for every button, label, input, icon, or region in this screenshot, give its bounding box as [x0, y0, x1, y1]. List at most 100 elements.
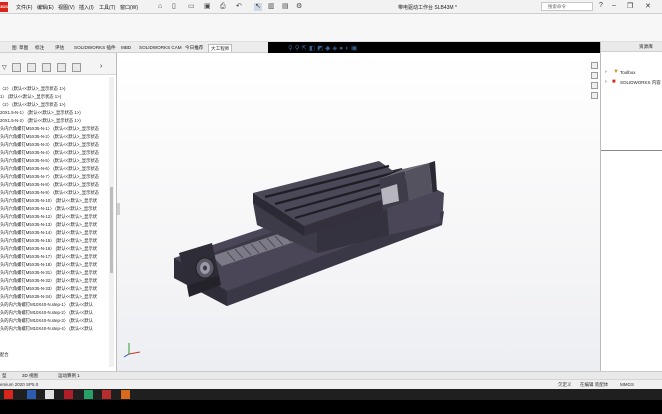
taskbar-app-icon[interactable] — [64, 390, 73, 399]
taskbar-app-icon[interactable] — [45, 390, 54, 399]
menu-edit[interactable]: 编辑(E) — [37, 4, 54, 11]
solidworks-content-item[interactable]: SOLIDWORKS 内容 — [620, 80, 661, 86]
solidworks-content-icon: ■ — [612, 79, 616, 85]
tree-item[interactable]: 头内六角螺钉M5X35-N-2〉 (默认<<默认>_显示状态 — [0, 133, 112, 141]
menu-file[interactable]: 文件(F) — [16, 4, 32, 11]
zoom-area-icon[interactable]: ⚲ — [295, 45, 302, 52]
tree-item[interactable]: 头内六角螺钉M5X35-N-6〉 (默认<<默认>_显示状态 — [0, 165, 112, 173]
tree-item[interactable]: 头内六角螺钉M5X35-N-32〉 (默认<<默认>_显示状 — [0, 277, 112, 285]
view-settings-icon[interactable]: ▣ — [351, 45, 359, 52]
tree-item[interactable]: 头内六角螺钉M5X35-N-8〉 (默认<<默认>_显示状态 — [0, 181, 112, 189]
tree-item[interactable]: 〈2〉 (默认<<默认>_显示状态 1>) — [0, 85, 112, 93]
open-folder-icon[interactable]: ▭ — [188, 3, 195, 11]
tree-item[interactable]: 头内六角螺钉M5X35-N-5〉 (默认<<默认>_显示状态 — [0, 157, 112, 165]
tree-item[interactable]: 头内六角螺钉M5X35-N-11〉 (默认<<默认>_显示状 — [0, 205, 112, 213]
print-icon[interactable]: ⎙ — [220, 3, 226, 11]
linear-stage-model[interactable] — [117, 53, 600, 371]
taskbar — [0, 389, 662, 400]
tree-item[interactable]: 头内六角螺钉M5X35-N-17〉 (默认<<默认>_显示状 — [0, 253, 112, 261]
tree-item[interactable]: 头内六角螺钉M5X35-N-31〉 (默认<<默认>_显示状 — [0, 269, 112, 277]
tab-markup[interactable]: 标注 — [33, 44, 46, 52]
tree-item[interactable]: 头内六角螺钉M5X35-N-18〉 (默认<<默认>_显示状 — [0, 261, 112, 269]
graphics-viewport[interactable] — [117, 53, 600, 371]
tree-item[interactable]: 头内六角螺钉M5X35-N-7〉 (默认<<默认>_显示状态 — [0, 173, 112, 181]
previous-view-icon[interactable]: ⇱ — [302, 45, 309, 52]
tree-item[interactable]: 头内六角螺钉M5X35-N-16〉 (默认<<默认>_显示状 — [0, 245, 112, 253]
design-library-tab-icon[interactable] — [591, 72, 598, 79]
tree-item[interactable]: 头内六角螺钉M5X35-N-9〉 (默认<<默认>_显示状态 — [0, 189, 112, 197]
taskbar-app-icon[interactable] — [121, 390, 130, 399]
tree-item[interactable]: 头的内六角螺钉M10X40-N.step-1〉 (默认<<默认 — [0, 301, 112, 309]
expand-arrow-icon[interactable]: › — [605, 79, 607, 85]
bottom-tabs: 型 3D 视图 运动算例 1 — [0, 371, 662, 379]
tree-item[interactable]: 头的内六角螺钉M10X40-N.step-2〉 (默认<<默认 — [0, 309, 112, 317]
options-gear-icon[interactable]: ⚙ — [296, 3, 302, 11]
tree-item[interactable]: 头内六角螺钉M5X35-N-1〉 (默认<<默认>_显示状态 — [0, 125, 112, 133]
tree-item[interactable]: 头内六角螺钉M5X35-N-15〉 (默认<<默认>_显示状 — [0, 237, 112, 245]
section-view-icon[interactable]: ◧ — [309, 45, 317, 52]
tree-item[interactable]: 1〉 (默认<<默认>_显示状态 1>) — [0, 93, 112, 101]
tree-item[interactable]: 头内六角螺钉M5X35-N-10〉 (默认<<默认>_显示状 — [0, 197, 112, 205]
menu-window[interactable]: 窗口(W) — [120, 4, 138, 11]
undo-icon[interactable]: ↶ — [236, 3, 242, 11]
zoom-to-fit-icon[interactable]: ⚲ — [288, 45, 295, 52]
tree-item-mates[interactable]: 配合 — [0, 351, 112, 359]
toolbox-icon: ▼ — [613, 69, 619, 75]
taskbar-app-icon[interactable] — [84, 390, 93, 399]
menu-tools[interactable]: 工具(T) — [99, 4, 115, 11]
rebuild-icon[interactable]: ▥ — [268, 3, 275, 11]
tree-item[interactable]: 头内六角螺钉M5X35-N-13〉 (默认<<默认>_显示状 — [0, 221, 112, 229]
tree-item[interactable]: 头内六角螺钉M5X35-N-4〉 (默认<<默认>_显示状态 — [0, 149, 112, 157]
tab-sketch[interactable]: 草图 — [17, 44, 30, 52]
tree-item[interactable]: 头的内六角螺钉M10X40-N.step-3〉 (默认<<默认 — [0, 317, 112, 325]
toolbox-item[interactable]: Toolbox — [620, 70, 636, 75]
display-manager-tab-icon[interactable] — [72, 63, 81, 72]
expand-arrow-icon[interactable]: › — [605, 69, 607, 75]
tab-today-recommended[interactable]: 今日推荐 — [183, 44, 205, 52]
select-arrow-icon[interactable]: ↖ — [254, 3, 262, 11]
more-tabs-arrow-icon[interactable]: › — [100, 63, 102, 70]
tree-item[interactable]: 头内六角螺钉M5X35-N-14〉 (默认<<默认>_显示状 — [0, 229, 112, 237]
help-icon[interactable]: ? — [599, 2, 603, 9]
file-properties-icon[interactable]: ▤ — [282, 3, 289, 11]
tab-big-engineer[interactable]: 大工程师 — [208, 44, 233, 52]
tree-item[interactable]: 〈2〉 (默认<<默认>_显示状态 1>) — [0, 101, 112, 109]
tree-item[interactable]: 20X1.5-N-2〉 (默认<<默认>_显示状态 1>) — [0, 117, 112, 125]
feature-tree-tab-icon[interactable] — [12, 63, 21, 72]
taskbar-app-icon[interactable] — [27, 390, 36, 399]
panel-collapse-handle[interactable] — [117, 203, 120, 215]
solidworks-logo-icon[interactable]: 3DS — [0, 2, 8, 12]
tree-item[interactable]: 20X1.5-N-1〉 (默认<<默认>_显示状态 1>) — [0, 109, 112, 117]
tree-item[interactable]: 头内六角螺钉M5X35-N-12〉 (默认<<默认>_显示状 — [0, 213, 112, 221]
dimxpert-manager-tab-icon[interactable] — [57, 63, 66, 72]
menu-view[interactable]: 视图(V) — [58, 4, 75, 11]
tree-item[interactable]: 头内六角螺钉M5X35-N-3〉 (默认<<默认>_显示状态 — [0, 141, 112, 149]
configuration-manager-tab-icon[interactable] — [42, 63, 51, 72]
heads-up-view-toolbar: ⚲⚲⇱◧◩◆◈●◐▣ — [288, 44, 359, 52]
menu-insert[interactable]: 插入(I) — [79, 4, 94, 11]
restore-icon[interactable]: ❐ — [627, 2, 633, 10]
title-bar: 3DS 文件(F) 编辑(E) 视图(V) 插入(I) 工具(T) 窗口(W) … — [0, 0, 662, 14]
tree-item[interactable]: 头的内六角螺钉M10X40-N.step-4〉 (默认<<默认 — [0, 325, 112, 333]
home-task-tab-icon[interactable] — [591, 62, 598, 69]
search-commands-input[interactable]: 搜索命令 — [541, 2, 593, 11]
filter-icon[interactable]: ▽ — [2, 64, 7, 71]
tree-item[interactable]: 头内六角螺钉M5X35-N-34〉 (默认<<默认>_显示状 — [0, 293, 112, 301]
tab-mbd[interactable]: MBD — [119, 44, 133, 52]
taskbar-app-icon[interactable] — [102, 390, 111, 399]
minimize-icon[interactable]: – — [612, 2, 616, 9]
taskbar-app-icon[interactable] — [4, 390, 13, 399]
save-icon[interactable]: ▣ — [204, 3, 211, 11]
close-icon[interactable]: ✕ — [645, 2, 651, 10]
new-document-icon[interactable]: ▯ — [172, 3, 176, 11]
status-units[interactable]: MMGS — [620, 382, 634, 387]
feature-tree-scrollbar-thumb[interactable] — [110, 187, 113, 273]
home-icon[interactable]: ⌂ — [158, 3, 162, 11]
view-palette-tab-icon[interactable] — [591, 92, 598, 99]
tab-solidworks-cam[interactable]: SOLIDWORKS CAM — [137, 44, 184, 52]
file-explorer-tab-icon[interactable] — [591, 82, 598, 89]
property-manager-tab-icon[interactable] — [27, 63, 36, 72]
tree-item[interactable]: 头内六角螺钉M5X35-N-33〉 (默认<<默认>_显示状 — [0, 285, 112, 293]
tab-evaluate[interactable]: 评估 — [53, 44, 66, 52]
tab-solidworks-addins[interactable]: SOLIDWORKS 插件 — [72, 44, 118, 52]
